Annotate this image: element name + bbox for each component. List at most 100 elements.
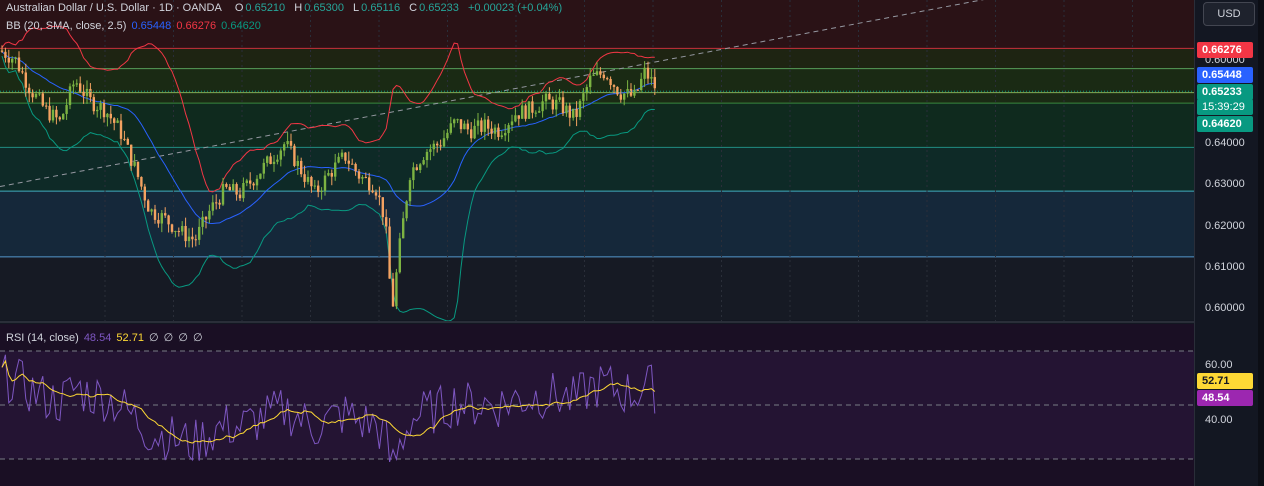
candle-body xyxy=(34,93,38,98)
candle-body xyxy=(286,141,289,145)
candle-body xyxy=(398,238,401,273)
candle-body xyxy=(595,71,599,75)
candle-body xyxy=(517,115,520,119)
candle-body xyxy=(211,202,214,211)
candle-body xyxy=(119,120,123,139)
candle-body xyxy=(521,105,524,119)
zone-band xyxy=(0,191,1194,257)
candle-body xyxy=(446,132,449,139)
bb-upper-value: 0.66276 xyxy=(176,20,217,32)
candle-body xyxy=(24,72,27,88)
candle-body xyxy=(191,236,194,240)
candle-body xyxy=(21,71,24,73)
candle-body xyxy=(476,120,480,126)
candle-body xyxy=(245,180,248,184)
candle-body xyxy=(113,118,116,123)
candle-body xyxy=(167,215,170,225)
candle-body xyxy=(347,160,350,164)
candle-body xyxy=(65,105,68,114)
candle-body xyxy=(272,161,276,164)
price-tick: 0.64000 xyxy=(1205,137,1245,149)
candle-body xyxy=(629,89,633,96)
candle-body xyxy=(123,138,126,140)
symbol-title[interactable]: Australian Dollar / U.S. Dollar · 1D · O… xyxy=(6,2,222,14)
candle-body xyxy=(310,177,313,187)
candle-body xyxy=(283,144,286,151)
candle-body xyxy=(429,149,432,152)
candle-body xyxy=(449,123,452,133)
candle-body xyxy=(266,156,269,163)
candle-body xyxy=(490,128,493,134)
candle-body xyxy=(330,173,333,177)
candle-body xyxy=(602,74,605,79)
candle-body xyxy=(184,225,187,242)
currency-button[interactable]: USD xyxy=(1203,2,1255,26)
candle-body xyxy=(320,190,323,192)
candle-body xyxy=(306,177,310,182)
zone-band xyxy=(0,147,1194,192)
candle-body xyxy=(619,94,622,100)
candle-body xyxy=(17,57,21,72)
rsi-tick: 40.00 xyxy=(1205,414,1233,426)
pane-separator[interactable] xyxy=(0,321,1194,323)
bb-legend[interactable]: BB (20, SMA, close, 2.5) 0.65448 0.66276… xyxy=(6,20,263,32)
candle-body xyxy=(514,115,517,122)
candle-body xyxy=(402,218,405,239)
candle-body xyxy=(218,202,221,205)
candle-body xyxy=(531,101,534,113)
low-value: 0.65116 xyxy=(361,2,401,14)
candle-body xyxy=(228,186,231,191)
bb-lower-value: 0.64620 xyxy=(221,20,261,32)
candle-body xyxy=(538,111,541,113)
candle-body xyxy=(102,103,106,118)
candle-body xyxy=(89,88,92,98)
candle-body xyxy=(565,105,568,114)
candle-body xyxy=(432,143,435,150)
chart-area[interactable]: Australian Dollar / U.S. Dollar · 1D · O… xyxy=(0,0,1194,486)
candle-body xyxy=(334,162,337,177)
bb-basis-value: 0.65448 xyxy=(131,20,172,32)
price-chart[interactable] xyxy=(0,0,1194,486)
candle-body xyxy=(483,119,486,132)
candle-body xyxy=(68,86,72,106)
candle-body xyxy=(143,186,146,201)
candle-body xyxy=(327,173,330,176)
bb-basis-badge: 0.65448 xyxy=(1197,67,1253,83)
candle-body xyxy=(504,133,507,136)
candle-body xyxy=(466,123,469,130)
high-value: 0.65300 xyxy=(304,2,344,14)
rsi-extra-4: ∅ xyxy=(192,332,203,344)
candle-body xyxy=(548,93,551,100)
rsi-legend[interactable]: RSI (14, close) 48.54 52.71 ∅ ∅ ∅ ∅ xyxy=(6,331,205,344)
candle-body xyxy=(575,108,578,117)
right-scrollbar[interactable] xyxy=(1258,0,1264,486)
candle-body xyxy=(340,152,344,157)
candle-body xyxy=(436,143,439,146)
candle-body xyxy=(198,226,201,240)
candle-body xyxy=(136,161,140,177)
candle-body xyxy=(204,216,208,220)
rsi-ma-value: 52.71 xyxy=(116,332,144,344)
candle-body xyxy=(300,160,303,175)
candle-body xyxy=(289,141,293,146)
candle-body xyxy=(395,272,398,307)
candle-body xyxy=(242,183,245,199)
candle-body xyxy=(99,103,102,110)
candle-body xyxy=(612,85,616,87)
candle-body xyxy=(419,164,422,171)
candle-body xyxy=(160,213,163,224)
candle-body xyxy=(653,77,656,89)
candle-body xyxy=(38,93,41,95)
price-axis[interactable]: USD 0.60000 0.64000 0.63000 0.62000 0.61… xyxy=(1194,0,1264,486)
candle-body xyxy=(296,160,299,166)
close-value: 0.65233 xyxy=(419,2,459,14)
candle-body xyxy=(7,57,10,63)
candle-body xyxy=(344,152,347,161)
candle-body xyxy=(459,119,463,130)
candle-body xyxy=(133,161,136,166)
candle-body xyxy=(616,86,619,95)
candle-body xyxy=(0,50,4,52)
candle-body xyxy=(534,112,537,114)
price-tick: 0.60000 xyxy=(1205,302,1245,314)
candle-body xyxy=(364,177,367,179)
